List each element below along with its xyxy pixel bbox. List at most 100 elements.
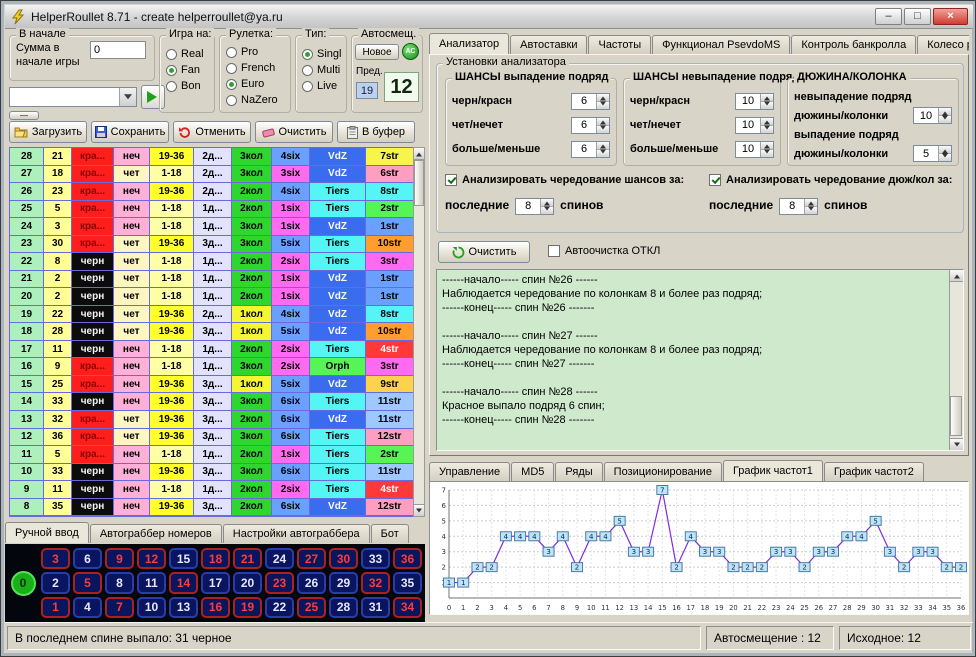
table-row[interactable]: 228чернчет1-181д...2кол2sixTiers3str: [10, 253, 412, 271]
tab-колесо-ру[interactable]: Колесо ру: [917, 35, 969, 54]
maximize-button[interactable]: □: [904, 8, 931, 25]
numpad-cell-23[interactable]: 23: [265, 572, 294, 593]
input-tab-бот[interactable]: Бот: [371, 524, 409, 543]
close-button[interactable]: ×: [933, 8, 968, 25]
tab-автоставки[interactable]: Автоставки: [510, 35, 587, 54]
numpad-cell-29[interactable]: 29: [329, 572, 358, 593]
table-row[interactable]: 1525кра...неч19-363д...1кол5sixVdZ9str: [10, 376, 412, 394]
numpad-cell-3[interactable]: 3: [41, 548, 70, 569]
numpad-cell-32[interactable]: 32: [361, 572, 390, 593]
alt-chances-spinner[interactable]: 8: [515, 198, 554, 215]
tab-анализатор[interactable]: Анализатор: [429, 33, 509, 54]
table-row[interactable]: 911черннеч1-181д...2кол2sixTiers4str: [10, 481, 412, 499]
bottom-tab-ряды[interactable]: Ряды: [555, 462, 602, 481]
table-row[interactable]: 2623кра...неч19-362д...2кол4sixTiers8str: [10, 183, 412, 201]
table-row[interactable]: 1711черннеч1-181д...2кол2sixTiers4str: [10, 341, 412, 359]
bottom-tab-позиционирование[interactable]: Позиционирование: [604, 462, 722, 481]
spin-number-combobox[interactable]: [9, 87, 137, 107]
toolbar-button-clipboard[interactable]: В буфер: [337, 121, 415, 143]
chances-hit-spinner-1[interactable]: 6: [571, 117, 610, 134]
chances-hit-spinner-0[interactable]: 6: [571, 93, 610, 110]
chances-miss-spinner-2[interactable]: 10: [735, 141, 774, 158]
table-row[interactable]: 243кра...неч1-181д...3кол1sixVdZ1str: [10, 218, 412, 236]
table-row[interactable]: 1236кра...чет19-363д...3кол6sixTiers12st…: [10, 429, 412, 447]
alt-chances-checkbox[interactable]: [445, 174, 457, 186]
game-option-bon[interactable]: Bon: [160, 78, 214, 94]
numpad-cell-11[interactable]: 11: [137, 572, 166, 593]
scroll-thumb[interactable]: [414, 160, 424, 206]
bottom-tab-md5[interactable]: MD5: [511, 462, 554, 481]
numpad-cell-19[interactable]: 19: [233, 597, 262, 618]
table-row[interactable]: 1033черннеч19-363д...3кол6sixTiers11str: [10, 464, 412, 482]
chances-miss-spinner-0[interactable]: 10: [735, 93, 774, 110]
collapse-button[interactable]: —: [9, 111, 39, 120]
table-row[interactable]: 1433черннеч19-363д...3кол6sixTiers11str: [10, 393, 412, 411]
alt-dozens-checkbox[interactable]: [709, 174, 721, 186]
tab-частоты[interactable]: Частоты: [588, 35, 651, 54]
numpad-cell-36[interactable]: 36: [393, 548, 422, 569]
table-row[interactable]: 2330кра...чет19-363д...3кол5sixTiers10st…: [10, 236, 412, 254]
alt-dozens-spinner-down-icon[interactable]: [805, 207, 817, 214]
autoclear-checkbox[interactable]: [548, 245, 560, 257]
numpad-cell-2[interactable]: 2: [41, 572, 70, 593]
numpad-cell-26[interactable]: 26: [297, 572, 326, 593]
bottom-tab-график-частот2[interactable]: График частот2: [824, 462, 924, 481]
numpad-cell-35[interactable]: 35: [393, 572, 422, 593]
log-scroll-thumb[interactable]: [950, 396, 962, 436]
numpad-cell-22[interactable]: 22: [265, 597, 294, 618]
start-sum-input[interactable]: [90, 41, 146, 59]
alt-chances-spinner-down-icon[interactable]: [541, 207, 553, 214]
numpad-cell-13[interactable]: 13: [169, 597, 198, 618]
table-row[interactable]: 255кра...неч1-181д...2кол1sixTiers2str: [10, 201, 412, 219]
log-scroll-down-icon[interactable]: [950, 438, 963, 450]
scroll-down-icon[interactable]: [414, 504, 424, 516]
table-row[interactable]: 1828чернчет19-363д...1кол5sixVdZ10str: [10, 323, 412, 341]
numpad-cell-15[interactable]: 15: [169, 548, 198, 569]
type-option-live[interactable]: Live: [296, 78, 346, 94]
numpad-cell-16[interactable]: 16: [201, 597, 230, 618]
scroll-up-icon[interactable]: [414, 148, 424, 160]
input-tab-автограббер-номеров[interactable]: Автограббер номеров: [90, 524, 222, 543]
chances-hit-spinner-2-down-icon[interactable]: [597, 150, 609, 157]
table-scrollbar[interactable]: [413, 147, 425, 517]
table-row[interactable]: 202чернчет1-181д...2кол1sixVdZ1str: [10, 288, 412, 306]
numpad-cell-12[interactable]: 12: [137, 548, 166, 569]
chances-miss-spinner-1-down-icon[interactable]: [761, 126, 773, 133]
numpad-cell-31[interactable]: 31: [361, 597, 390, 618]
type-option-singl[interactable]: Singl: [296, 46, 346, 62]
numpad-cell-21[interactable]: 21: [233, 548, 262, 569]
numpad-cell-28[interactable]: 28: [329, 597, 358, 618]
numpad-cell-20[interactable]: 20: [233, 572, 262, 593]
numpad-cell-9[interactable]: 9: [105, 548, 134, 569]
roulette-option-nazero[interactable]: NaZero: [220, 92, 290, 108]
dozen-column-spinner-3-down-icon[interactable]: [939, 154, 951, 161]
tab-контроль-банкролла[interactable]: Контроль банкролла: [791, 35, 916, 54]
tab-функционал-psevdoms[interactable]: Функционал PsevdoMS: [652, 35, 790, 54]
numpad-cell-18[interactable]: 18: [201, 548, 230, 569]
type-option-multi[interactable]: Multi: [296, 62, 346, 78]
new-button[interactable]: Новое: [355, 44, 399, 60]
autoshift-ac-button[interactable]: АС: [402, 43, 419, 60]
table-row[interactable]: 212чернчет1-181д...2кол1sixVdZ1str: [10, 271, 412, 289]
game-option-real[interactable]: Real: [160, 46, 214, 62]
numpad-cell-8[interactable]: 8: [105, 572, 134, 593]
dozen-column-spinner-3[interactable]: 5: [913, 145, 952, 162]
table-row[interactable]: 1922чернчет19-362д...1кол4sixVdZ8str: [10, 306, 412, 324]
bottom-tab-управление[interactable]: Управление: [429, 462, 510, 481]
combobox-dropdown-icon[interactable]: [119, 88, 136, 106]
chances-hit-spinner-2[interactable]: 6: [571, 141, 610, 158]
numpad-cell-33[interactable]: 33: [361, 548, 390, 569]
chances-hit-spinner-0-down-icon[interactable]: [597, 102, 609, 109]
table-row[interactable]: 1332кра...чет19-363д...2кол6sixVdZ11str: [10, 411, 412, 429]
dozen-column-spinner-1-down-icon[interactable]: [939, 116, 951, 123]
chances-miss-spinner-0-down-icon[interactable]: [761, 102, 773, 109]
chances-miss-spinner-2-down-icon[interactable]: [761, 150, 773, 157]
game-option-fan[interactable]: Fan: [160, 62, 214, 78]
table-row[interactable]: 2821кра...неч19-362д...3кол4sixVdZ7str: [10, 148, 412, 166]
log-scroll-up-icon[interactable]: [950, 270, 963, 282]
numpad-cell-30[interactable]: 30: [329, 548, 358, 569]
numpad-cell-14[interactable]: 14: [169, 572, 198, 593]
chances-hit-spinner-1-down-icon[interactable]: [597, 126, 609, 133]
numpad-cell-7[interactable]: 7: [105, 597, 134, 618]
minimize-button[interactable]: –: [875, 8, 902, 25]
